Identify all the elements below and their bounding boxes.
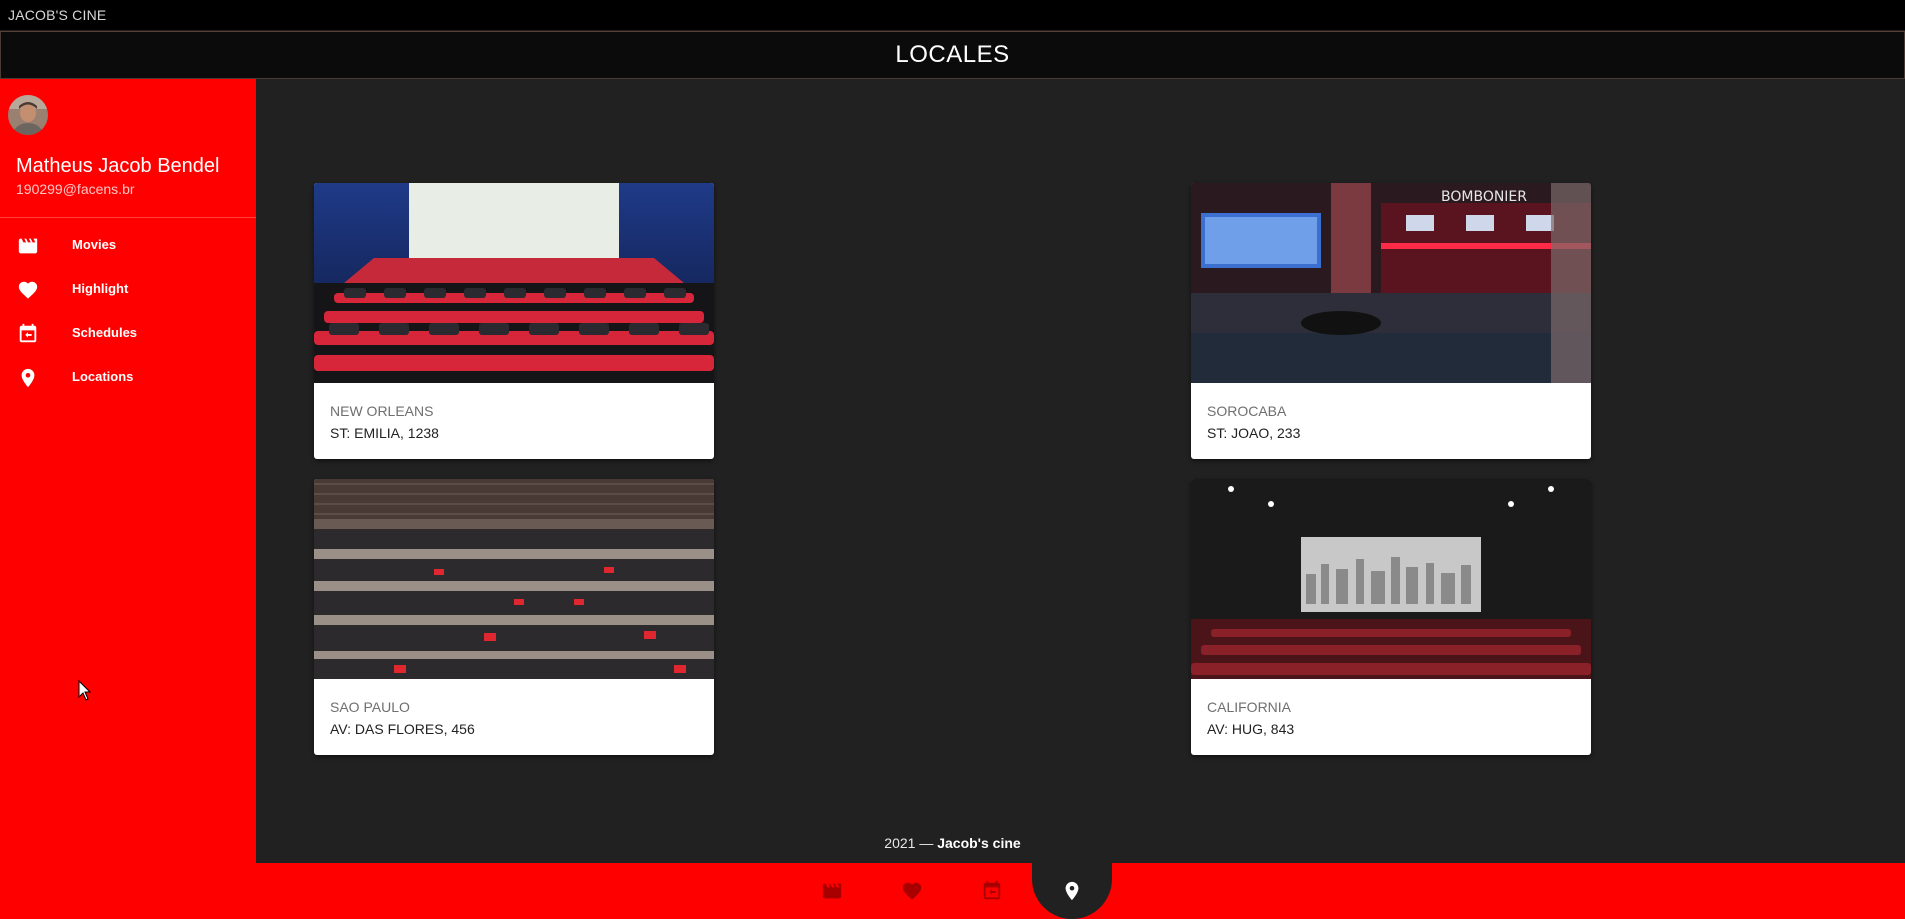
footer: 2021 — Jacob's cine xyxy=(0,835,1905,851)
location-address: AV: DAS FLORES, 456 xyxy=(330,721,475,737)
calendar-icon xyxy=(17,323,39,345)
sidebar-item-locations[interactable]: Locations xyxy=(0,355,256,399)
heart-icon xyxy=(17,279,39,301)
sidebar-divider xyxy=(0,217,256,218)
bottom-nav-movies[interactable] xyxy=(792,863,872,919)
sidebar-item-highlight[interactable]: Highlight xyxy=(0,267,256,311)
location-name: CALIFORNIA xyxy=(1207,699,1292,715)
footer-brand: Jacob's cine xyxy=(937,835,1021,851)
sidebar-item-label: Movies xyxy=(72,237,117,252)
calendar-icon xyxy=(983,880,1001,900)
location-pin-icon xyxy=(1065,881,1079,901)
bottom-nav-locations[interactable] xyxy=(1032,863,1112,919)
movie-clapper-icon xyxy=(17,235,39,257)
location-address: ST: EMILIA, 1238 xyxy=(330,425,439,441)
sidebar-item-label: Locations xyxy=(72,369,134,384)
location-card-sao-paulo[interactable]: SAO PAULO AV: DAS FLORES, 456 xyxy=(314,479,714,755)
profile-email: 190299@facens.br xyxy=(16,181,135,197)
sidebar-item-movies[interactable]: Movies xyxy=(0,223,256,267)
location-name: SAO PAULO xyxy=(330,699,410,715)
sidebar: Matheus Jacob Bendel 190299@facens.br Mo… xyxy=(0,79,256,919)
movie-clapper-icon xyxy=(822,883,842,899)
location-card-sorocaba[interactable]: BOMBONIER SOROCABA ST: JOAO, 233 xyxy=(1191,183,1591,459)
sidebar-item-label: Schedules xyxy=(72,325,138,340)
sidebar-item-schedules[interactable]: Schedules xyxy=(0,311,256,355)
cinema-screen-image xyxy=(1191,479,1591,679)
avatar[interactable] xyxy=(8,95,48,135)
app-title: JACOB'S CINE xyxy=(8,7,107,23)
cinema-lobby-image: BOMBONIER xyxy=(1191,183,1591,383)
main-content: NEW ORLEANS ST: EMILIA, 1238 BOMBONIER S… xyxy=(256,79,1905,862)
stadium-seating-image xyxy=(314,479,714,679)
bottom-navigation xyxy=(256,863,1905,919)
profile-name: Matheus Jacob Bendel xyxy=(16,155,220,177)
heart-icon xyxy=(902,882,922,900)
sidebar-item-label: Highlight xyxy=(72,281,129,296)
location-address: AV: HUG, 843 xyxy=(1207,721,1295,737)
window-title-bar: JACOB'S CINE xyxy=(0,0,1905,30)
location-name: NEW ORLEANS xyxy=(330,403,434,419)
bottom-nav-schedules[interactable] xyxy=(952,863,1032,919)
location-card-new-orleans[interactable]: NEW ORLEANS ST: EMILIA, 1238 xyxy=(314,183,714,459)
location-pin-icon xyxy=(17,367,39,389)
page-title: LOCALES xyxy=(895,41,1010,68)
mouse-cursor-icon xyxy=(78,679,92,702)
location-name: SOROCABA xyxy=(1207,403,1287,419)
svg-text:BOMBONIER: BOMBONIER xyxy=(1441,189,1527,205)
footer-year: 2021 — xyxy=(884,835,934,851)
location-address: ST: JOAO, 233 xyxy=(1207,425,1301,441)
cinema-hall-image xyxy=(314,183,714,383)
page-header: LOCALES xyxy=(0,31,1905,79)
bottom-nav-highlight[interactable] xyxy=(872,863,952,919)
location-card-california[interactable]: CALIFORNIA AV: HUG, 843 xyxy=(1191,479,1591,755)
